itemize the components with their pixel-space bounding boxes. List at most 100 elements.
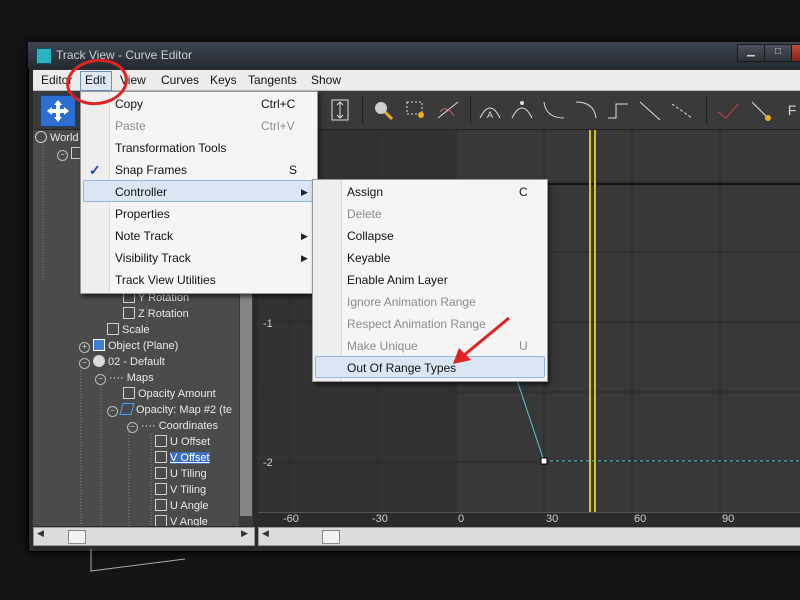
ruler-label: -30 [372, 513, 388, 525]
expand-icon: + [79, 342, 90, 353]
menu-item-assign[interactable]: Assign C [315, 182, 543, 202]
y-axis-label: -1 [263, 318, 273, 330]
y-axis-label: -2 [263, 457, 273, 469]
toolbar-separator [706, 96, 707, 124]
tree-item-scale[interactable]: Scale [107, 322, 150, 338]
tree-item-v-angle[interactable]: V Angle [155, 514, 208, 526]
menu-item-properties[interactable]: Properties [83, 204, 313, 224]
fast-tangent-button[interactable] [540, 96, 568, 124]
tree-item-u-angle[interactable]: U Angle [155, 498, 209, 514]
tree-item-u-offset[interactable]: U Offset [155, 434, 210, 450]
tree-item-object-plane[interactable]: + Object (Plane) [79, 338, 178, 354]
custom-tangent-button[interactable] [508, 96, 536, 124]
smooth-tangent-button[interactable] [668, 96, 696, 124]
auto-tangent-button[interactable]: A [476, 96, 504, 124]
step-tangent-button[interactable] [604, 96, 632, 124]
scroll-left-icon[interactable]: ◀ [262, 528, 269, 539]
region-tool-button[interactable] [402, 96, 430, 124]
tree-horizontal-thumb[interactable] [68, 530, 86, 544]
edit-menu: Copy Ctrl+C Paste Ctrl+V Transformation … [80, 91, 318, 294]
time-ruler[interactable] [258, 512, 800, 528]
tree-item-v-offset[interactable]: V Offset [155, 450, 210, 466]
check-icon: ✓ [89, 162, 101, 178]
toolbar-separator [470, 96, 471, 124]
linear-tangent-icon [639, 101, 661, 121]
tree-item-v-tiling[interactable]: V Tiling [155, 482, 206, 498]
close-icon[interactable] [791, 44, 800, 62]
scroll-left-icon[interactable]: ◀ [37, 528, 44, 539]
menu-item-visibility-track[interactable]: Visibility Track ▶ [83, 248, 313, 268]
step-tangent-icon [608, 103, 628, 119]
menu-item-ignore-animation-range[interactable]: Ignore Animation Range [315, 292, 543, 312]
more-tools-button[interactable]: F [784, 96, 800, 124]
add-keys-button[interactable] [370, 96, 398, 124]
graph-horizontal-thumb[interactable] [322, 530, 340, 544]
tree-item-opacity-amount[interactable]: Opacity Amount [123, 386, 216, 402]
menu-bar [33, 70, 800, 91]
app-icon [36, 48, 52, 64]
menu-item-controller[interactable]: Controller ▶ [83, 182, 313, 202]
tree-horizontal-scrollbar[interactable] [33, 527, 255, 546]
toolbar-separator [362, 96, 363, 124]
custom-tangent-icon [511, 101, 533, 119]
out-of-range-button[interactable] [714, 96, 742, 124]
ruler-label: 90 [722, 513, 735, 525]
collapse-icon: − [127, 422, 138, 433]
tree-item-z-rotation[interactable]: Z Rotation [123, 306, 189, 322]
tree-item-u-tiling[interactable]: U Tiling [155, 466, 207, 482]
tree-item-maps[interactable]: − ···· Maps [95, 370, 154, 386]
scale-icon [107, 323, 119, 335]
world-icon [35, 131, 47, 143]
fast-tangent-icon [543, 101, 565, 119]
track-icon [155, 435, 167, 447]
track-icon [155, 451, 167, 463]
tree-item-world[interactable]: World [35, 130, 79, 146]
move-icon [47, 100, 69, 122]
collapse-icon: − [57, 150, 68, 161]
menu-keys[interactable]: Keys [210, 73, 237, 87]
scroll-right-icon[interactable]: ▶ [241, 528, 248, 539]
menu-item-paste[interactable]: Paste Ctrl+V [83, 116, 313, 136]
menu-item-track-view-utilities[interactable]: Track View Utilities [83, 270, 313, 290]
svg-text:A: A [487, 110, 493, 120]
menu-item-transformation-tools[interactable]: Transformation Tools [83, 138, 313, 158]
menu-item-delete[interactable]: Delete [315, 204, 543, 224]
out-of-range-icon [717, 103, 739, 119]
menu-item-note-track[interactable]: Note Track ▶ [83, 226, 313, 246]
slow-tangent-button[interactable] [572, 96, 600, 124]
retime-tool-button[interactable] [434, 96, 462, 124]
window-shadow-edge [90, 549, 186, 572]
menu-item-collapse[interactable]: Collapse [315, 226, 543, 246]
auto-tangent-icon: A [479, 107, 501, 120]
menu-item-enable-anim-layer[interactable]: Enable Anim Layer [315, 270, 543, 290]
submenu-arrow-icon: ▶ [301, 253, 308, 263]
magnifier-icon [375, 102, 394, 121]
window-title: Track View - Curve Editor [56, 48, 193, 62]
menu-item-snap-frames[interactable]: ✓ Snap Frames S [83, 160, 313, 180]
slow-tangent-icon [575, 101, 597, 119]
linear-tangent-button[interactable] [636, 96, 664, 124]
tree-item-coordinates[interactable]: − ···· Coordinates [127, 418, 218, 434]
minimize-icon[interactable]: ▁ [737, 44, 765, 62]
tree-item-opacity-map[interactable]: − Opacity: Map #2 (te [107, 402, 232, 418]
track-icon [123, 387, 135, 399]
track-icon [123, 307, 135, 319]
tree-item-material[interactable]: −02 - Default [79, 354, 165, 370]
menu-show[interactable]: Show [311, 73, 341, 87]
submenu-arrow-icon: ▶ [301, 231, 308, 241]
scale-values-button[interactable] [326, 96, 354, 124]
retime-icon [437, 101, 459, 119]
object-icon [93, 339, 105, 351]
menu-item-keyable[interactable]: Keyable [315, 248, 543, 268]
map-icon [119, 403, 135, 415]
track-icon [155, 483, 167, 495]
ruler-label: 0 [458, 513, 465, 525]
move-keys-button[interactable] [40, 95, 76, 127]
show-keyable-button[interactable] [746, 96, 774, 124]
ruler-label: 30 [546, 513, 559, 525]
menu-tangents[interactable]: Tangents [248, 73, 297, 87]
annotation-arrow [453, 316, 510, 364]
track-icon [155, 515, 167, 526]
menu-curves[interactable]: Curves [161, 73, 199, 87]
maximize-icon[interactable]: □ [764, 44, 792, 62]
